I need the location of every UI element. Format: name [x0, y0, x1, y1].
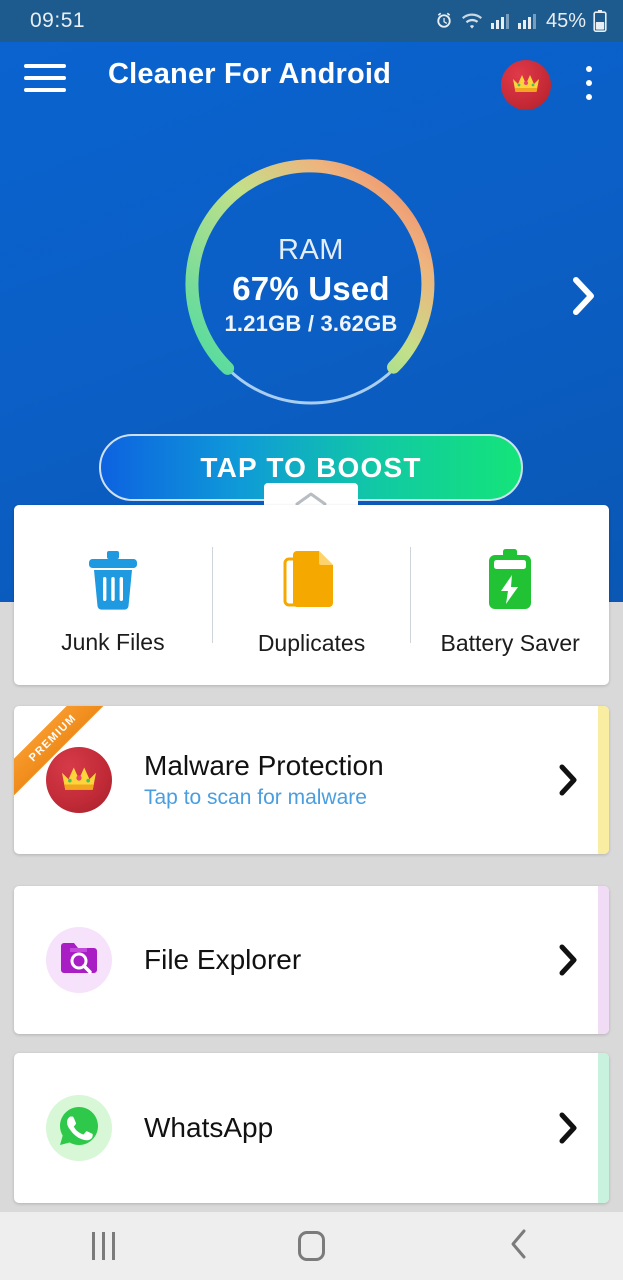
file-explorer-card[interactable]: File Explorer: [14, 886, 609, 1034]
carousel-next-button[interactable]: [555, 270, 611, 326]
back-button[interactable]: [459, 1212, 579, 1280]
status-bar: 09:51 45%: [0, 0, 623, 42]
whatsapp-icon: [57, 1104, 101, 1153]
row-title: File Explorer: [144, 944, 302, 975]
tool-label: Junk Files: [61, 629, 165, 655]
file-explorer-row[interactable]: File Explorer: [14, 886, 609, 1034]
row-text-block: WhatsApp: [144, 1112, 553, 1144]
premium-crown-button[interactable]: [501, 60, 551, 110]
battery-bolt-icon: [485, 549, 535, 616]
tool-label: Battery Saver: [440, 630, 580, 656]
crown-icon: [510, 70, 542, 101]
battery-icon: [593, 10, 607, 32]
status-icon-tray: 45%: [434, 10, 607, 33]
boost-button-label: TAP TO BOOST: [200, 451, 422, 483]
more-vertical-icon[interactable]: [577, 66, 601, 100]
tool-label: Duplicates: [257, 630, 366, 656]
ram-readout: RAM 67% Used 1.21GB / 3.62GB: [180, 154, 442, 416]
whatsapp-row[interactable]: WhatsApp: [14, 1053, 609, 1203]
malware-row[interactable]: Malware Protection Tap to scan for malwa…: [14, 706, 609, 854]
chevron-right-icon[interactable]: [553, 1111, 583, 1145]
quick-tools-row: Junk Files Duplicates Battery Saver: [14, 533, 609, 673]
row-title: Malware Protection: [144, 750, 384, 781]
recents-icon: [92, 1232, 116, 1260]
avatar: [46, 927, 112, 993]
page-title: Cleaner For Android: [108, 58, 392, 90]
alarm-icon: [434, 11, 454, 31]
folder-search-icon: [59, 939, 99, 982]
tool-battery-saver[interactable]: Battery Saver: [411, 533, 609, 673]
row-subtitle: Tap to scan for malware: [144, 786, 367, 809]
avatar: [46, 747, 112, 813]
ram-detail-text: 1.21GB / 3.62GB: [224, 310, 398, 336]
crown-icon: [58, 761, 100, 800]
chevron-right-icon: [568, 275, 598, 322]
back-icon: [508, 1228, 530, 1265]
ram-gauge[interactable]: RAM 67% Used 1.21GB / 3.62GB: [180, 154, 442, 416]
battery-percent-label: 45%: [545, 9, 586, 32]
home-icon: [297, 1231, 325, 1261]
chevron-right-icon[interactable]: [553, 763, 583, 797]
recents-button[interactable]: [44, 1212, 164, 1280]
hamburger-menu-icon[interactable]: [24, 64, 66, 92]
app-bar: Cleaner For Android: [0, 42, 623, 112]
tool-duplicates[interactable]: Duplicates: [213, 533, 411, 673]
chevron-right-icon[interactable]: [553, 943, 583, 977]
system-nav-bar: [0, 1212, 623, 1280]
phone-screen: 09:51 45% Cleaner For Android RAM 67% Us…: [0, 0, 623, 1280]
duplicate-files-icon: [283, 549, 341, 616]
signal-sim1-icon: [490, 12, 510, 30]
ram-label: RAM: [278, 233, 344, 266]
whatsapp-card[interactable]: WhatsApp: [14, 1053, 609, 1203]
signal-sim2-icon: [517, 12, 537, 30]
avatar: [46, 1095, 112, 1161]
status-clock: 09:51: [30, 9, 86, 32]
tool-junk-files[interactable]: Junk Files: [14, 533, 212, 673]
row-title: WhatsApp: [144, 1112, 274, 1143]
malware-protection-card[interactable]: Malware Protection Tap to scan for malwa…: [14, 706, 609, 854]
ram-percent-text: 67% Used: [232, 269, 390, 307]
trash-icon: [85, 550, 141, 615]
quick-tools-card: Junk Files Duplicates Battery Saver: [14, 505, 609, 685]
row-text-block: File Explorer: [144, 944, 553, 976]
wifi-icon: [461, 12, 483, 30]
home-button[interactable]: [251, 1212, 371, 1280]
row-text-block: Malware Protection Tap to scan for malwa…: [144, 750, 553, 810]
